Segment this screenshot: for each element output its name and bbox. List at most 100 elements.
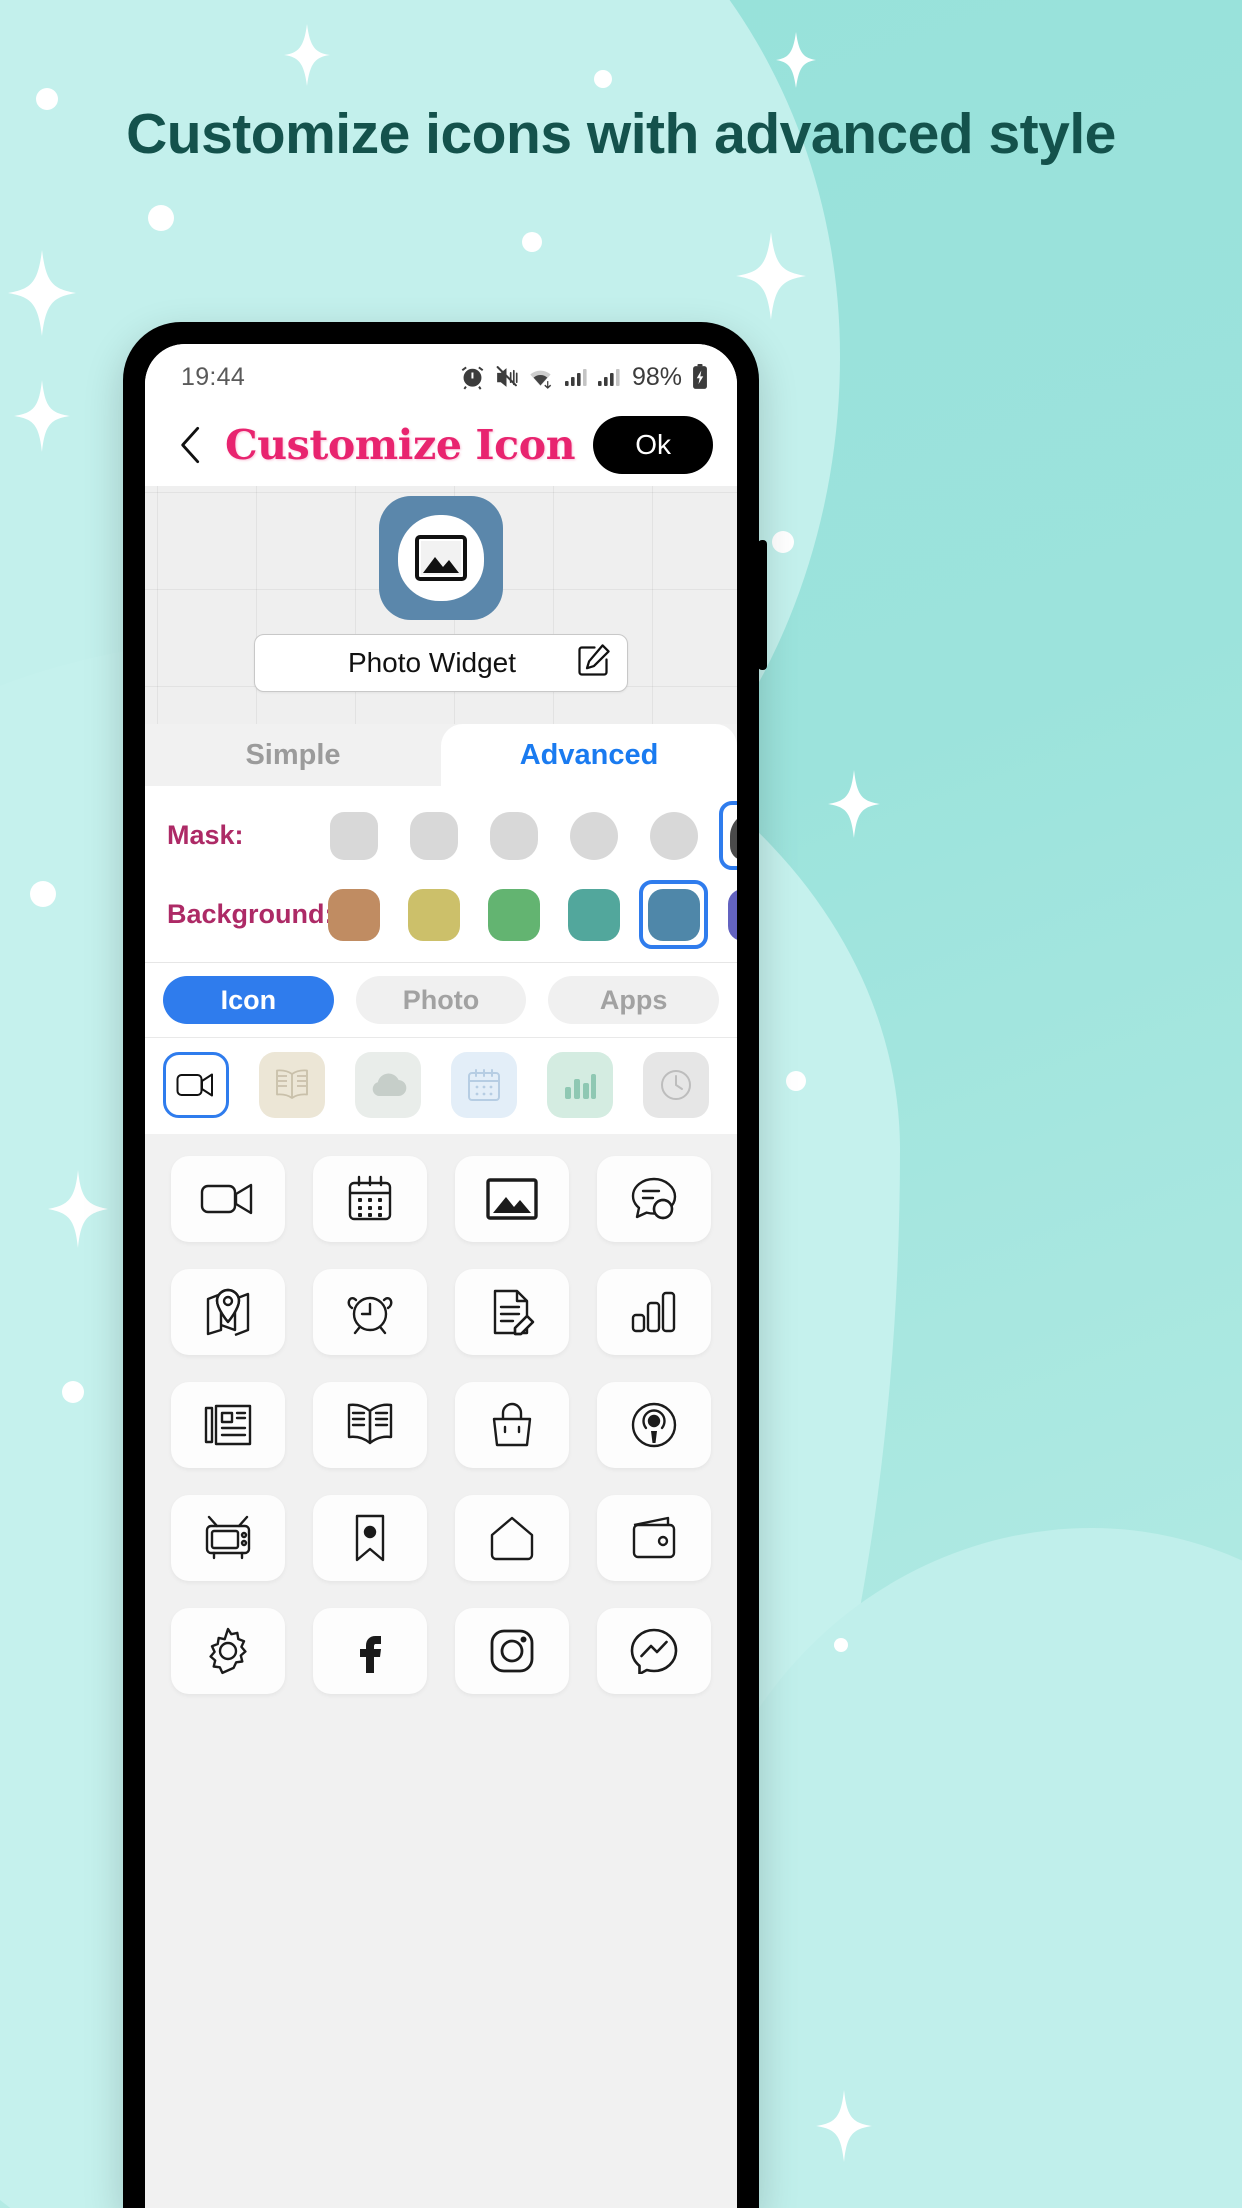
bg-option-blue-selected[interactable] — [639, 880, 708, 949]
icon-cell-open-book[interactable] — [313, 1382, 427, 1468]
icon-preview-area: Photo Widget — [145, 486, 737, 724]
decorative-dot — [834, 1638, 848, 1652]
background-row: Background: — [145, 875, 737, 954]
chevron-left-icon[interactable] — [171, 423, 211, 467]
bg-option-olive[interactable] — [399, 880, 468, 949]
ok-button[interactable]: Ok — [593, 416, 713, 474]
color-swatch — [647, 888, 700, 941]
decorative-dot — [30, 881, 56, 907]
sparkle-icon — [776, 32, 816, 93]
wifi-icon — [528, 365, 555, 390]
battery-charging-icon — [691, 364, 709, 390]
battery-percent-label: 98% — [631, 362, 682, 391]
mask-option-rounded-square-3[interactable] — [479, 801, 548, 870]
screen-title: Customize Icon — [225, 421, 576, 469]
mask-label: Mask: — [167, 820, 244, 850]
color-swatch — [407, 888, 460, 941]
background-options — [319, 880, 737, 949]
bg-option-green[interactable] — [479, 880, 548, 949]
icon-cell-home[interactable] — [455, 1495, 569, 1581]
icon-cell-facebook[interactable] — [313, 1608, 427, 1694]
decorative-dot — [62, 1381, 84, 1403]
icon-pack-clock[interactable] — [643, 1052, 709, 1118]
phone-screen: 19:44 98% Customize Icon Ok Photo Widget… — [145, 344, 737, 2208]
widget-name-value: Photo Widget — [347, 647, 517, 678]
sparkle-icon — [14, 380, 70, 457]
tab-simple[interactable]: Simple — [145, 724, 441, 786]
icon-grid[interactable] — [145, 1134, 737, 2208]
preview-icon-mask — [398, 515, 484, 601]
app-header: Customize Icon Ok — [145, 404, 737, 486]
icon-cell-messenger[interactable] — [597, 1608, 711, 1694]
icon-cell-chat-bubble[interactable] — [597, 1156, 711, 1242]
pencil-edit-icon[interactable] — [575, 643, 611, 684]
bg-option-indigo[interactable] — [719, 880, 737, 949]
background-label: Background: — [167, 899, 334, 929]
mute-vibrate-icon — [494, 365, 519, 390]
icon-pack-cloud[interactable] — [355, 1052, 421, 1118]
icon-cell-news[interactable] — [171, 1382, 285, 1468]
icon-cell-note-edit[interactable] — [455, 1269, 569, 1355]
icon-cell-bar-chart[interactable] — [597, 1269, 711, 1355]
mask-shape — [729, 811, 737, 860]
sparkle-icon — [284, 24, 330, 91]
status-time: 19:44 — [181, 362, 246, 391]
mask-option-rounded-square-2[interactable] — [399, 801, 468, 870]
alarm-icon — [460, 365, 485, 390]
icon-pack-video-camera[interactable] — [163, 1052, 229, 1118]
preview-icon[interactable] — [379, 496, 503, 620]
decorative-dot — [772, 531, 794, 553]
icon-cell-podcast[interactable] — [597, 1382, 711, 1468]
icon-cell-settings-gear[interactable] — [171, 1608, 285, 1694]
color-swatch — [487, 888, 540, 941]
mask-shape — [409, 811, 458, 860]
icon-cell-shopping-basket[interactable] — [455, 1382, 569, 1468]
phone-side-button — [758, 540, 767, 670]
mode-tabs: Simple Advanced — [145, 724, 737, 786]
decorative-dot — [522, 232, 542, 252]
decorative-dot — [148, 205, 174, 231]
icon-cell-wallet[interactable] — [597, 1495, 711, 1581]
widget-name-field[interactable]: Photo Widget — [254, 634, 628, 692]
style-options: Mask: Background: — [145, 786, 737, 962]
sparkle-icon — [8, 250, 76, 341]
icon-cell-photo[interactable] — [455, 1156, 569, 1242]
mask-shape — [489, 811, 538, 860]
color-swatch — [727, 888, 737, 941]
tab-icon[interactable]: Icon — [163, 976, 334, 1024]
icon-cell-video-camera[interactable] — [171, 1156, 285, 1242]
icon-pack-open-book[interactable] — [259, 1052, 325, 1118]
bg-option-brown[interactable] — [319, 880, 388, 949]
mask-option-squircle[interactable] — [559, 801, 628, 870]
sparkle-icon — [736, 232, 806, 325]
icon-cell-bookmark[interactable] — [313, 1495, 427, 1581]
page-title: Customize icons with advanced style — [126, 102, 1116, 166]
source-tabs: Icon Photo Apps — [145, 962, 737, 1037]
tab-photo[interactable]: Photo — [355, 976, 527, 1024]
decorative-dot — [786, 1071, 806, 1091]
signal-icon — [564, 365, 588, 389]
bg-option-teal[interactable] — [559, 880, 628, 949]
icon-pack-calendar[interactable] — [451, 1052, 517, 1118]
icon-cell-instagram[interactable] — [455, 1608, 569, 1694]
mask-option-blob-selected[interactable] — [719, 801, 737, 870]
icon-pack-strip[interactable] — [145, 1037, 737, 1134]
decorative-dot — [594, 70, 612, 88]
mask-shape — [569, 811, 618, 860]
icon-cell-tv[interactable] — [171, 1495, 285, 1581]
status-bar: 19:44 98% — [145, 344, 737, 404]
tab-advanced[interactable]: Advanced — [441, 724, 737, 786]
photo-icon — [415, 535, 467, 581]
icon-cell-alarm-clock[interactable] — [313, 1269, 427, 1355]
color-swatch — [327, 888, 380, 941]
tab-apps[interactable]: Apps — [548, 976, 720, 1024]
status-icon-group: 98% — [460, 363, 709, 392]
mask-row: Mask: — [145, 796, 737, 875]
mask-option-rounded-square-1[interactable] — [319, 801, 388, 870]
icon-pack-bar-chart[interactable] — [547, 1052, 613, 1118]
signal-icon — [597, 365, 621, 389]
mask-options — [319, 801, 737, 870]
icon-cell-calendar[interactable] — [313, 1156, 427, 1242]
mask-option-circle[interactable] — [639, 801, 708, 870]
icon-cell-map-pin[interactable] — [171, 1269, 285, 1355]
